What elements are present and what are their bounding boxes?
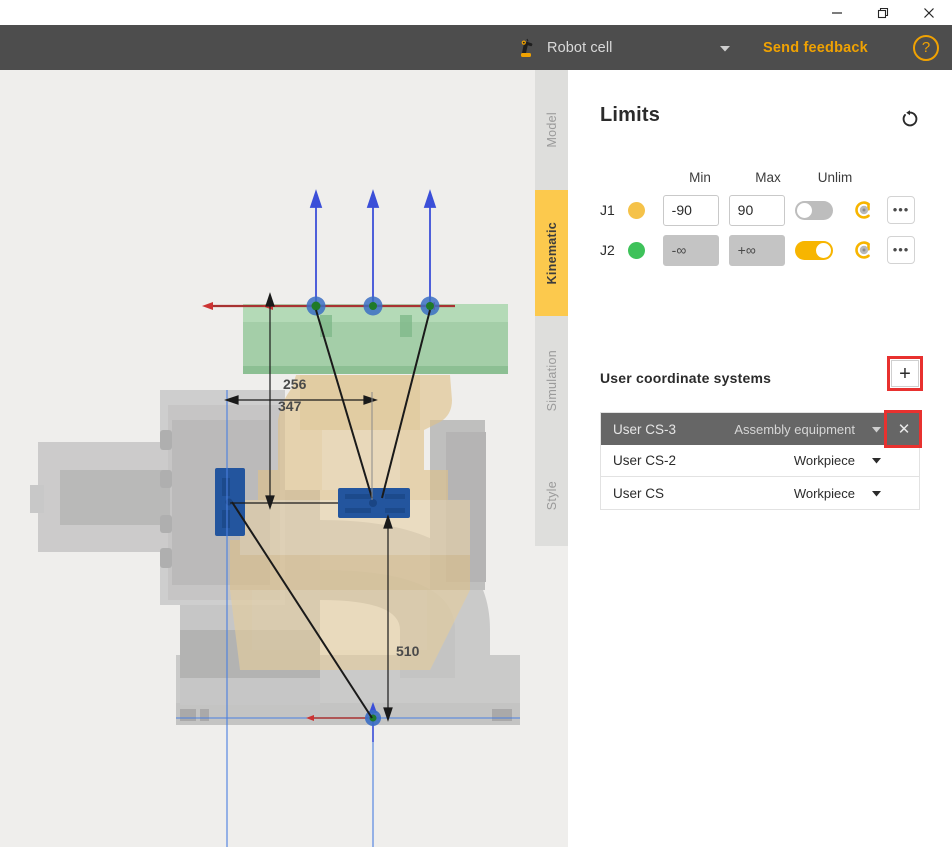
list-item[interactable]: User CS Workpiece xyxy=(601,477,919,509)
robot-scene: 256 347 510 -256 xyxy=(30,189,520,847)
ucs-name: User CS xyxy=(613,485,665,501)
more-options-button-j1[interactable]: ••• xyxy=(887,196,916,224)
more-wrap-j2: ••• xyxy=(882,236,920,264)
tab-style-label: Style xyxy=(544,481,559,511)
tab-kinematic-label: Kinematic xyxy=(544,221,559,285)
dimension-label: 510 xyxy=(396,643,420,659)
tab-simulation[interactable]: Simulation xyxy=(535,316,568,446)
ucs-list: User CS-3 Assembly equipment ✕ User CS-2… xyxy=(600,410,922,510)
reset-limits-button[interactable] xyxy=(896,105,924,133)
max-input-j2 xyxy=(728,234,785,266)
min-input-j2 xyxy=(662,234,719,266)
rotation-limit-icon[interactable] xyxy=(852,239,874,261)
rot-wrap-j1 xyxy=(844,199,882,221)
dimension-label: 256 xyxy=(283,376,307,392)
ucs-name: User CS-3 xyxy=(613,421,677,437)
min-input-j1[interactable] xyxy=(662,194,719,226)
robot-arm-icon xyxy=(521,38,533,57)
unlim-wrap-j2 xyxy=(794,240,844,260)
tab-kinematic[interactable]: Kinematic xyxy=(535,190,568,316)
list-item[interactable]: User CS-3 Assembly equipment ✕ xyxy=(601,410,922,448)
max-input-j1[interactable] xyxy=(728,194,785,226)
max-field-wrap-j2 xyxy=(728,234,785,266)
max-field-wrap-j1 xyxy=(728,194,785,226)
app-header: Robot cell Send feedback ? xyxy=(0,25,952,70)
rot-wrap-j2 xyxy=(844,239,882,261)
ucs-section-title: User coordinate systems xyxy=(600,370,772,386)
table-row: J1 -90 90 ••• xyxy=(600,192,920,228)
chevron-down-icon[interactable] xyxy=(863,455,889,466)
app-root: Robot cell Send feedback ? 256 347 510 M… xyxy=(0,0,952,847)
joint-color-dot xyxy=(628,201,646,219)
help-icon[interactable]: ? xyxy=(913,34,939,61)
robot-cell-name: Robot cell xyxy=(547,39,613,56)
ucs-type: Assembly equipment xyxy=(734,421,855,437)
dimension-label: 347 xyxy=(278,398,302,414)
min-field-wrap-j1 xyxy=(662,194,719,226)
more-wrap-j1: ••• xyxy=(882,196,920,224)
tab-model[interactable]: Model xyxy=(535,70,568,190)
3d-viewport[interactable]: 256 347 510 -256 xyxy=(0,70,535,847)
table-row: J2 -∞ +∞ ••• xyxy=(600,232,920,268)
limits-header-row: Min Max Unlim xyxy=(600,166,920,188)
robot-cell-selector[interactable]: Robot cell xyxy=(515,25,740,70)
window-maximize-button[interactable] xyxy=(860,0,906,25)
column-header-unlim: Unlim xyxy=(817,169,853,185)
panel-tab-strip: Model Kinematic Simulation Style xyxy=(535,70,568,847)
tab-model-label: Model xyxy=(544,112,559,148)
send-feedback-button[interactable]: Send feedback xyxy=(763,25,868,70)
window-title-bar xyxy=(0,0,952,25)
reset-arrow-icon xyxy=(902,110,918,127)
window-minimize-button[interactable] xyxy=(814,0,860,25)
column-header-min: Min xyxy=(689,169,711,185)
ucs-type: Workpiece xyxy=(793,453,855,468)
add-coordinate-system-button[interactable]: + xyxy=(891,360,919,387)
joint-color-j1 xyxy=(628,201,662,219)
unlim-toggle-j2[interactable] xyxy=(794,240,833,260)
chevron-down-icon xyxy=(720,45,730,51)
more-options-button-j2[interactable]: ••• xyxy=(887,236,916,264)
joint-label-j1: J1 xyxy=(600,202,615,218)
unlim-wrap-j1 xyxy=(794,200,844,220)
joint-label-j2: J2 xyxy=(600,242,615,258)
column-header-max: Max xyxy=(755,169,781,185)
ucs-type: Workpiece xyxy=(793,485,855,501)
rotation-limit-icon[interactable] xyxy=(852,199,874,221)
unlim-toggle-j1[interactable] xyxy=(794,200,833,220)
page-title: Limits xyxy=(600,104,661,126)
ucs-name: User CS-2 xyxy=(613,453,677,468)
chevron-down-icon[interactable] xyxy=(863,424,889,435)
list-item[interactable]: User CS-2 Workpiece xyxy=(601,445,919,477)
tab-style[interactable]: Style xyxy=(535,446,568,546)
chevron-down-icon[interactable] xyxy=(863,488,889,499)
kinematic-panel: Limits Min Max Unlim J1 -90 90 ••• J2 -∞… xyxy=(568,70,952,847)
remove-ucs-button[interactable]: ✕ xyxy=(889,420,919,438)
joint-color-j2 xyxy=(628,241,662,259)
window-close-button[interactable] xyxy=(906,0,952,25)
joint-limits-table: Min Max Unlim J1 -90 90 ••• J2 -∞ +∞ ••• xyxy=(600,166,920,268)
joint-color-dot xyxy=(628,241,646,259)
tab-simulation-label: Simulation xyxy=(544,350,559,412)
min-field-wrap-j2 xyxy=(662,234,719,266)
